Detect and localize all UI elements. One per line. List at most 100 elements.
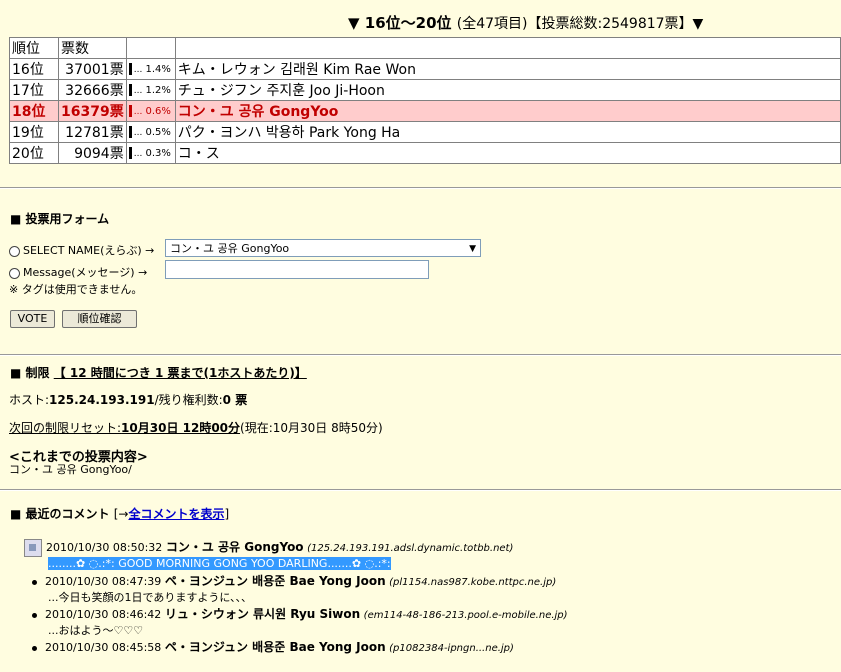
name-cell: パク・ヨンハ 박용하 Park Yong Ha: [175, 122, 840, 142]
select-name-label: SELECT NAME(えらぶ) →: [23, 244, 155, 257]
reset-value: 10月30日 12時00分: [121, 421, 241, 435]
rank-cell: 19位: [10, 122, 58, 142]
ranking-table: 順位 票数 16位 37001票 ... 1.4% キム・レウォン 김래원 Ki…: [9, 37, 841, 164]
comment-list: 2010/10/30 08:50:32 コン・ユ 공유 GongYoo (125…: [24, 538, 841, 672]
comments-title: ■ 最近のコメント: [10, 507, 110, 521]
vote-bar: [128, 126, 132, 138]
header-bar: [126, 38, 175, 58]
ranking-header-row: 順位 票数: [10, 38, 840, 58]
comment-name: リュ・シウォン 류시원 Ryu Siwon: [164, 607, 361, 621]
rank-cell: 16位: [10, 59, 58, 79]
dots: ...: [133, 149, 143, 159]
percent-cell: ... 1.2%: [126, 80, 175, 100]
message-radio[interactable]: [9, 267, 20, 279]
comment-item: 2010/10/30 08:45:58 ペ・ヨンジュン 배용준 Bae Yong…: [24, 638, 841, 672]
remaining-label: /残り権利数:: [154, 393, 223, 407]
comment-name: ペ・ヨンジュン 배용준 Bae Yong Joon: [164, 574, 386, 588]
bracket-open: [→: [113, 507, 129, 521]
reset-label: 次回の制限リセット:: [9, 421, 122, 435]
percent-value: 1.2%: [145, 85, 171, 96]
message-option[interactable]: Message(メッセージ) →: [9, 264, 147, 280]
show-all-comments-link[interactable]: 全コメントを表示: [128, 507, 224, 521]
ranking-row: 20位 9094票 ... 0.3% コ・ス: [10, 143, 840, 163]
votes-cell: 12781票: [59, 122, 126, 142]
comment-host: (em114-48-186-213.pool.e-mobile.ne.jp): [363, 610, 568, 621]
votes-cell: 37001票: [59, 59, 126, 79]
divider: [0, 187, 841, 189]
comment-message: ........✿ ◌.:*: GOOD MORNING GONG YOO DA…: [24, 557, 841, 570]
divider: [0, 489, 841, 491]
bullet: [32, 645, 37, 651]
comment-host: (125.24.193.191.adsl.dynamic.totbb.net): [307, 543, 514, 554]
vote-button[interactable]: VOTE: [10, 310, 55, 328]
ranking-row: 19位 12781票 ... 0.5% パク・ヨンハ 박용하 Park Yong…: [10, 122, 840, 142]
comment-header: 2010/10/30 08:50:32 コン・ユ 공유 GongYoo (125…: [24, 538, 841, 557]
name-select-value: コン・ユ 공유 GongYoo: [170, 242, 290, 255]
ranking-title-sub: (全47項目)【投票総数:2549817票】▼: [456, 16, 704, 32]
name-cell: コン・ユ 공유 GongYoo: [175, 101, 840, 121]
header-rank: 順位: [10, 38, 58, 58]
votes-cell: 16379票: [59, 101, 126, 121]
vote-bar: [128, 63, 132, 75]
vote-bar: [128, 105, 132, 117]
comment-name: ペ・ヨンジュン 배용준 Bae Yong Joon: [164, 640, 386, 654]
reset-line: 次回の制限リセット:10月30日 12時00分(現在:10月30日 8時50分): [9, 419, 383, 436]
divider: [0, 354, 841, 356]
ranking-title-main: ▼ 16位〜20位: [348, 14, 452, 32]
comment-host: (pl1154.nas987.kobe.nttpc.ne.jp): [389, 577, 557, 588]
percent-value: 0.6%: [145, 106, 171, 117]
remaining-value: 0 票: [222, 393, 248, 407]
percent-cell: ... 0.5%: [126, 122, 175, 142]
comment-time: 2010/10/30 08:46:42: [45, 608, 162, 621]
comment-header: 2010/10/30 08:45:58 ペ・ヨンジュン 배용준 Bae Yong…: [24, 638, 841, 655]
votes-cell: 9094票: [59, 143, 126, 163]
current-time: (現在:10月30日 8時50分): [240, 421, 383, 435]
comment-message-text: ........✿ ◌.:*: GOOD MORNING GONG YOO DA…: [48, 557, 391, 570]
host-value: 125.24.193.191: [49, 393, 155, 407]
percent-value: 0.3%: [145, 148, 171, 159]
ranking-row: 16位 37001票 ... 1.4% キム・レウォン 김래원 Kim Rae …: [10, 59, 840, 79]
select-name-option[interactable]: SELECT NAME(えらぶ) →: [9, 242, 154, 258]
bracket-close: ]: [224, 507, 230, 521]
limit-rule: 【 12 時間につき 1 票まで(1ホストあたり)】: [53, 366, 307, 380]
comment-time: 2010/10/30 08:47:39: [45, 575, 162, 588]
dots: ...: [133, 107, 143, 117]
percent-cell: ... 0.3%: [126, 143, 175, 163]
vote-bar: [128, 147, 132, 159]
header-votes: 票数: [59, 38, 126, 58]
percent-value: 1.4%: [145, 64, 171, 75]
chevron-down-icon: ▼: [469, 244, 476, 254]
comment-image-icon: [24, 539, 42, 557]
ranking-row: 17位 32666票 ... 1.2% チュ・ジフン 주지훈 Joo Ji-Ho…: [10, 80, 840, 100]
header-name: [175, 38, 840, 58]
comment-message: ...おはよう〜♡♡♡: [48, 624, 144, 637]
history-value: コン・ユ 공유 GongYoo/: [9, 463, 132, 476]
dots: ...: [133, 86, 143, 96]
rank-cell: 18位: [10, 101, 58, 121]
name-select[interactable]: コン・ユ 공유 GongYoo ▼: [165, 239, 481, 257]
bullet: [32, 579, 37, 585]
limit-heading: ■ 制限 【 12 時間につき 1 票まで(1ホストあたり)】: [10, 364, 307, 381]
select-name-radio[interactable]: [9, 245, 20, 257]
comment-header: 2010/10/30 08:46:42 リュ・シウォン 류시원 Ryu Siwo…: [24, 605, 841, 622]
rank-check-button[interactable]: 順位確認: [62, 310, 137, 328]
comment-item: 2010/10/30 08:46:42 リュ・シウォン 류시원 Ryu Siwo…: [24, 605, 841, 638]
host-label: ホスト:: [9, 393, 50, 407]
message-label: Message(メッセージ) →: [23, 266, 148, 279]
vote-bar: [128, 84, 132, 96]
ranking-row-highlighted: 18位 16379票 ... 0.6% コン・ユ 공유 GongYoo: [10, 101, 840, 121]
dots: ...: [133, 128, 143, 138]
percent-cell: ... 0.6%: [126, 101, 175, 121]
percent-cell: ... 1.4%: [126, 59, 175, 79]
name-cell: チュ・ジフン 주지훈 Joo Ji-Hoon: [175, 80, 840, 100]
percent-value: 0.5%: [145, 127, 171, 138]
form-heading: ■ 投票用フォーム: [10, 212, 110, 226]
dots: ...: [133, 65, 143, 75]
tag-note: ※ タグは使用できません。: [9, 283, 143, 296]
message-input[interactable]: [165, 260, 429, 279]
comment-header: 2010/10/30 08:47:39 ペ・ヨンジュン 배용준 Bae Yong…: [24, 572, 841, 589]
rank-cell: 20位: [10, 143, 58, 163]
comment-name: コン・ユ 공유 GongYoo: [165, 540, 304, 554]
bullet: [32, 612, 37, 618]
comments-heading: ■ 最近のコメント [→全コメントを表示]: [10, 505, 229, 522]
